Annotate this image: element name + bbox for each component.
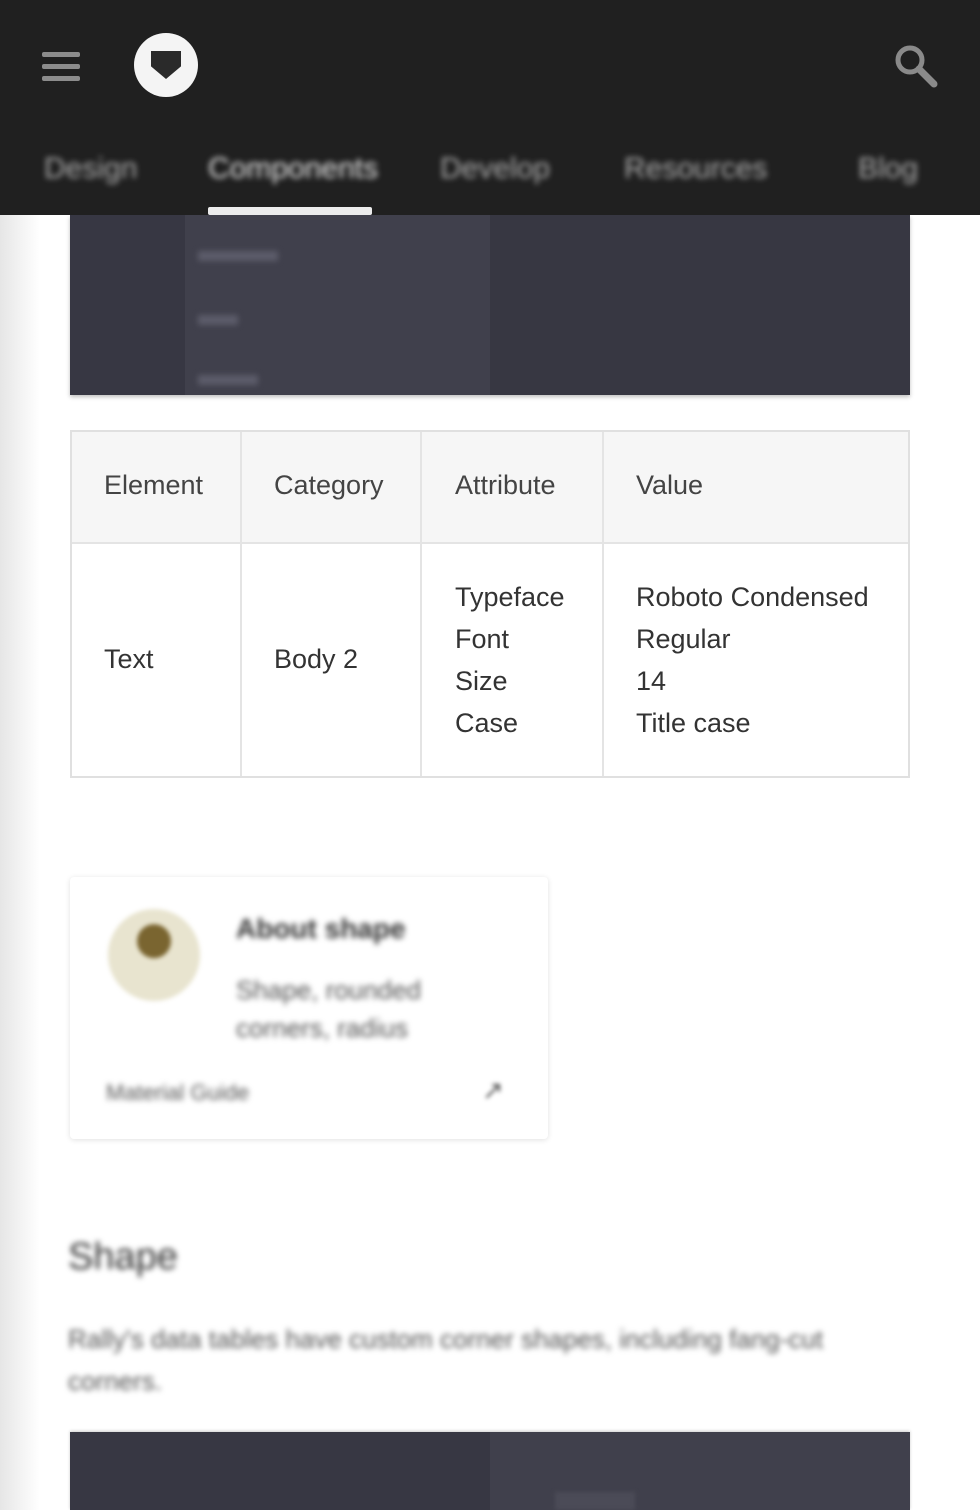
cell-element: Text: [104, 644, 154, 674]
app-header: Design Components Develop Resources Blog: [0, 0, 980, 215]
tab-design[interactable]: Design: [44, 149, 137, 199]
component-preview-image: [70, 215, 910, 395]
column-divider: [240, 432, 242, 776]
column-header-element: Element: [104, 470, 204, 500]
tab-blog[interactable]: Blog: [858, 149, 918, 199]
cell-attribute-case: Case: [455, 708, 519, 738]
preview-list-item: [198, 375, 258, 385]
section-body: Rally's data tables have custom corner s…: [68, 1324, 824, 1396]
open-external-icon[interactable]: ↗: [482, 1075, 504, 1106]
search-icon[interactable]: [888, 38, 944, 94]
cell-value-font: Regular: [636, 624, 731, 654]
preview-list-pane: [185, 215, 490, 395]
column-divider: [602, 432, 604, 776]
preview-chip: [555, 1492, 635, 1510]
cell-attribute-typeface: Typeface: [455, 582, 565, 612]
tab-develop[interactable]: Develop: [440, 149, 550, 199]
preview-list-item: [198, 251, 278, 261]
logo[interactable]: [134, 33, 198, 97]
card-description: Shape, rounded corners, radius: [236, 975, 422, 1043]
cell-category: Body 2: [274, 644, 359, 674]
card-thumbnail: [108, 909, 200, 1001]
spec-table: Element Category Attribute Value Text Bo…: [70, 430, 910, 778]
page-gutter: [0, 0, 40, 1510]
shield-icon: [151, 51, 181, 79]
column-header-value: Value: [636, 470, 704, 500]
cell-attribute-font: Font: [455, 624, 510, 654]
cell-attribute-size: Size: [455, 666, 508, 696]
preview-detail-pane: [490, 1432, 910, 1510]
preview-list-item: [198, 315, 238, 325]
preview-detail-pane: [490, 215, 910, 395]
cell-value-case: Title case: [636, 708, 751, 738]
column-header-attribute: Attribute: [455, 470, 556, 500]
tab-resources[interactable]: Resources: [624, 149, 767, 199]
shape-preview-image: [70, 1432, 910, 1510]
column-divider: [420, 432, 422, 776]
active-tab-indicator: [208, 207, 372, 215]
tab-components[interactable]: Components: [208, 149, 378, 199]
related-article-card[interactable]: About shape Shape, rounded corners, radi…: [70, 877, 548, 1139]
cell-value-size: 14: [636, 666, 667, 696]
card-link[interactable]: Material Guide: [106, 1080, 249, 1106]
card-title: About shape: [236, 913, 406, 944]
nav-tabs: Design Components Develop Resources Blog: [0, 135, 980, 215]
column-header-category: Category: [274, 470, 384, 500]
menu-icon[interactable]: [36, 44, 86, 88]
section-heading: Shape: [68, 1236, 178, 1278]
cell-value-typeface: Roboto Condensed: [636, 582, 869, 612]
